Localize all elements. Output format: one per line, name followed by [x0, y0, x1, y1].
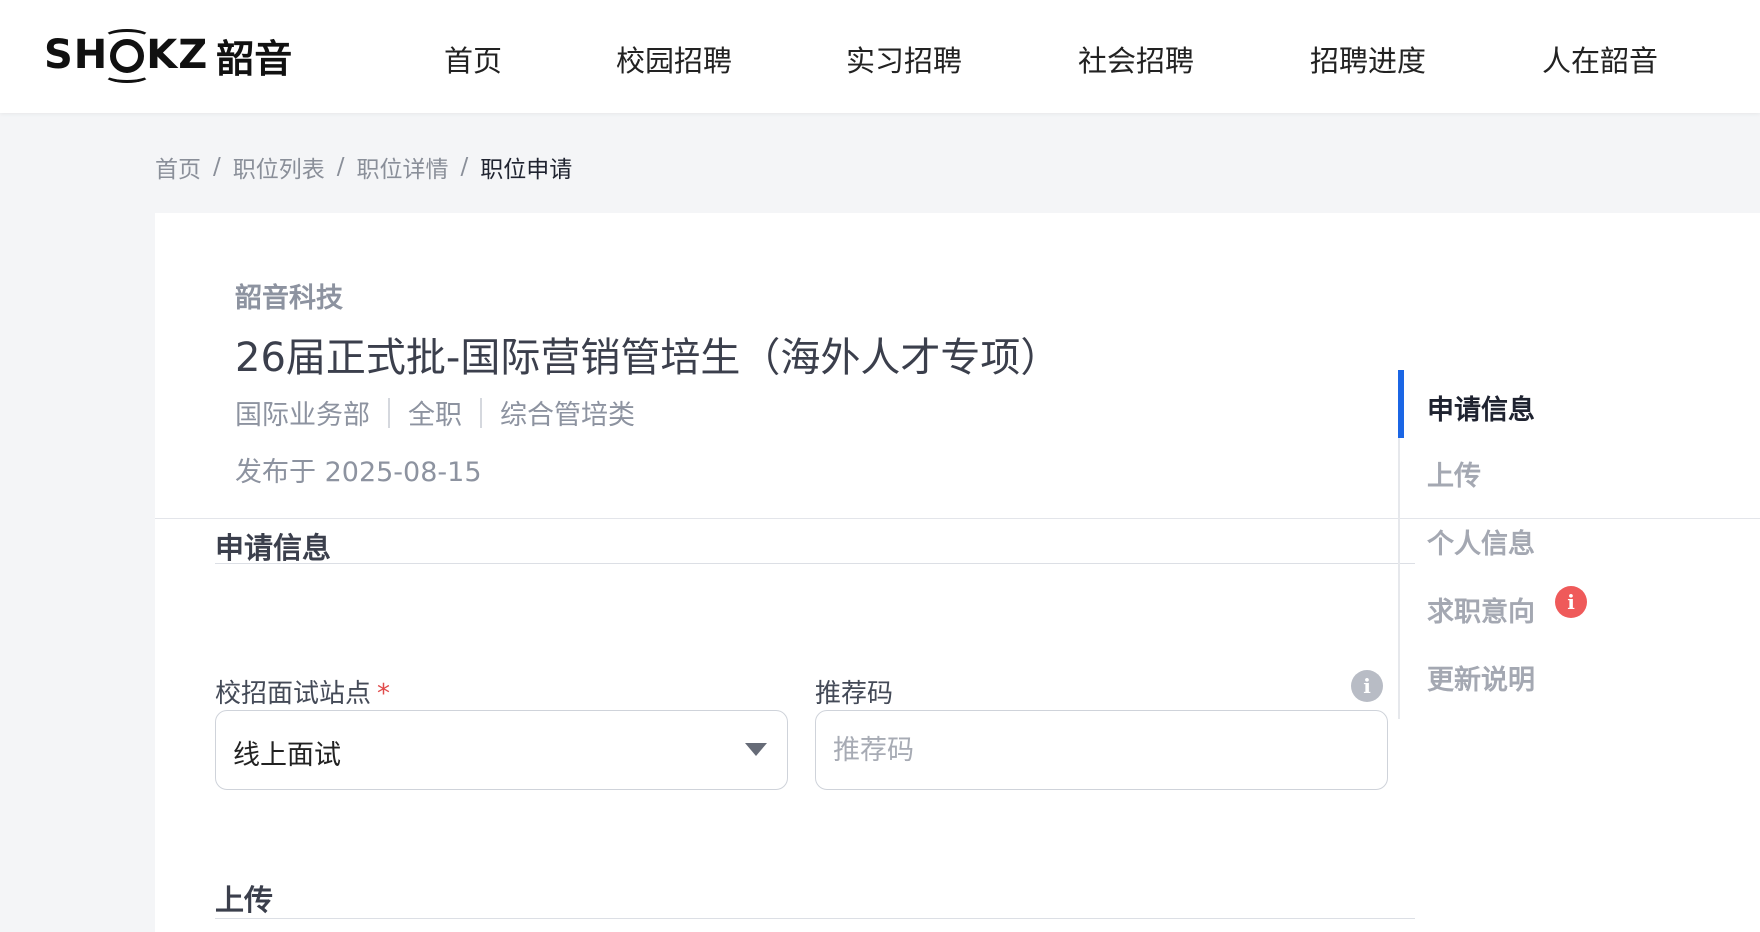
- shokz-logo[interactable]: SH KZ 韶音: [44, 20, 292, 90]
- job-meta: 国际业务部 全职 综合管培类: [235, 393, 635, 432]
- warning-info-icon: i: [1555, 586, 1587, 618]
- section-divider: [215, 563, 1415, 564]
- nav-social[interactable]: 社会招聘: [1078, 38, 1194, 80]
- breadcrumb-job-list[interactable]: 职位列表: [233, 150, 325, 184]
- logo-wordmark: SH KZ: [44, 32, 209, 78]
- referral-label: 推荐码: [815, 679, 894, 709]
- nav-home[interactable]: 首页: [444, 38, 502, 80]
- breadcrumb-separator: /: [213, 154, 221, 180]
- breadcrumb-home[interactable]: 首页: [155, 150, 201, 184]
- site-header: SH KZ 韶音 首页 校园招聘 实习招聘 社会招聘 招聘进度 人在韶音: [0, 0, 1760, 113]
- interview-site-select[interactable]: 线上面试: [215, 710, 788, 790]
- section-divider: [215, 918, 1415, 919]
- breadcrumb-current: 职位申请: [480, 157, 573, 183]
- info-icon[interactable]: i: [1351, 670, 1383, 702]
- side-item-update-notes[interactable]: 更新说明: [1427, 658, 1535, 697]
- select-value: 线上面试: [233, 740, 341, 771]
- side-active-indicator: [1398, 370, 1404, 438]
- required-mark: *: [377, 679, 391, 709]
- section-title-upload: 上传: [215, 883, 274, 917]
- nav-intern[interactable]: 实习招聘: [846, 38, 962, 80]
- side-item-job-intent[interactable]: 求职意向: [1427, 590, 1535, 629]
- breadcrumb-separator: /: [336, 154, 345, 180]
- posted-date: 发布于 2025-08-15: [235, 457, 482, 488]
- logo-cn: 韶音: [216, 36, 293, 81]
- nav-about[interactable]: 人在韶音: [1542, 38, 1658, 80]
- job-department: 国际业务部: [235, 400, 370, 431]
- company-name: 韶音科技: [235, 283, 343, 314]
- breadcrumb-job-detail[interactable]: 职位详情: [357, 150, 449, 184]
- meta-divider: [388, 397, 390, 428]
- referral-code-input[interactable]: [815, 710, 1388, 790]
- job-category: 综合管培类: [500, 400, 635, 431]
- side-item-apply-info[interactable]: 申请信息: [1427, 388, 1535, 427]
- section-title-apply: 申请信息: [215, 531, 332, 565]
- side-anchor-nav: 申请信息 上传 个人信息 求职意向 i 更新说明: [1398, 370, 1605, 719]
- breadcrumb-separator: /: [460, 154, 469, 180]
- logo-sound-o-icon: [110, 39, 145, 73]
- side-item-personal-info[interactable]: 个人信息: [1427, 522, 1535, 561]
- breadcrumb: 首页 / 职位列表 / 职位详情 / 职位申请: [155, 150, 572, 184]
- meta-divider: [480, 397, 482, 428]
- site-label: 校招面试站点 *: [215, 679, 391, 709]
- nav-progress[interactable]: 招聘进度: [1310, 38, 1426, 80]
- job-title: 26届正式批-国际营销管培生（海外人才专项）: [235, 335, 1061, 381]
- caret-down-icon: [745, 743, 767, 756]
- nav-campus[interactable]: 校园招聘: [616, 38, 732, 80]
- side-item-upload[interactable]: 上传: [1427, 454, 1481, 493]
- job-type: 全职: [408, 400, 462, 431]
